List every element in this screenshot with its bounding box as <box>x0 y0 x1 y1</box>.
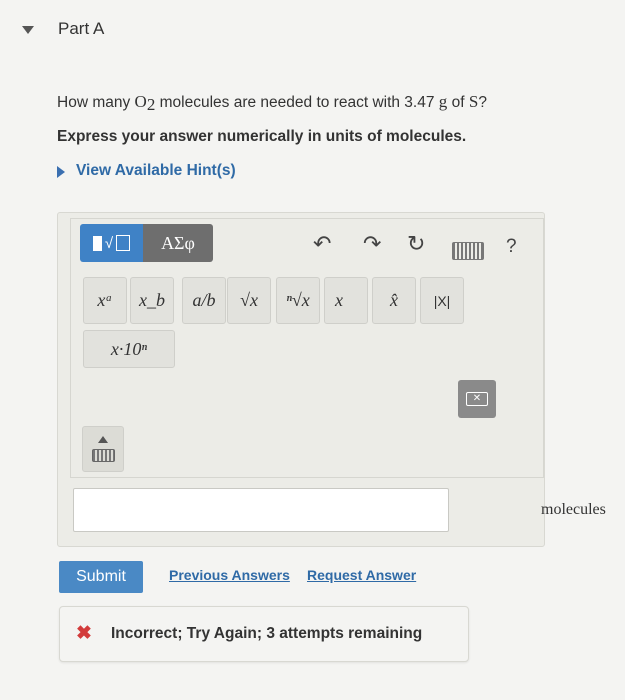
undo-icon[interactable]: ↶ <box>313 232 331 256</box>
backspace-icon: ✕ <box>466 392 488 406</box>
part-title: Part A <box>58 19 105 38</box>
reset-icon[interactable]: ↻ <box>407 232 425 256</box>
keyboard-toggle-button[interactable] <box>82 426 124 472</box>
template-box-icon <box>116 235 131 251</box>
answer-input[interactable] <box>73 488 449 532</box>
instructions: Express your answer numerically in units… <box>57 128 467 145</box>
subscript-button[interactable]: x_b <box>130 277 174 324</box>
redo-icon[interactable]: ↷ <box>363 232 381 256</box>
keyboard-shortcuts-icon[interactable] <box>452 242 484 260</box>
answer-units: molecules <box>541 501 606 518</box>
hint-expand-icon[interactable] <box>57 166 65 178</box>
greek-symbols-button[interactable]: ΑΣφ <box>143 224 213 262</box>
unit-vector-button[interactable]: x̂ <box>372 277 416 324</box>
templates-button[interactable]: √ <box>80 224 143 262</box>
square-root-button[interactable]: √x <box>227 277 271 324</box>
previous-answers-link[interactable]: Previous Answers <box>169 567 290 583</box>
question-text: How many O2 molecules are needed to reac… <box>57 92 487 114</box>
fraction-button[interactable]: a/b <box>182 277 226 324</box>
incorrect-icon: ✖ <box>76 623 92 644</box>
collapse-caret-icon[interactable] <box>22 26 34 34</box>
absolute-value-button[interactable]: |X| <box>420 277 464 324</box>
help-icon[interactable]: ? <box>506 236 517 258</box>
keyboard-icon <box>92 449 115 462</box>
delete-button[interactable]: ✕ <box>458 380 496 418</box>
expand-up-icon <box>98 436 108 443</box>
feedback-text: Incorrect; Try Again; 3 attempts remaini… <box>111 625 423 642</box>
radical-template-icon: √ <box>104 234 114 252</box>
view-hints-link[interactable]: View Available Hint(s) <box>76 162 236 180</box>
nth-root-button[interactable]: ⁿ√x <box>276 277 320 324</box>
request-answer-link[interactable]: Request Answer <box>307 567 416 583</box>
vector-button[interactable]: x⃗ <box>324 277 368 324</box>
template-block-icon <box>92 235 102 251</box>
scientific-notation-button[interactable]: x·10ⁿ <box>83 330 175 368</box>
superscript-button[interactable]: xᵃ <box>83 277 127 324</box>
submit-button[interactable]: Submit <box>59 561 143 593</box>
